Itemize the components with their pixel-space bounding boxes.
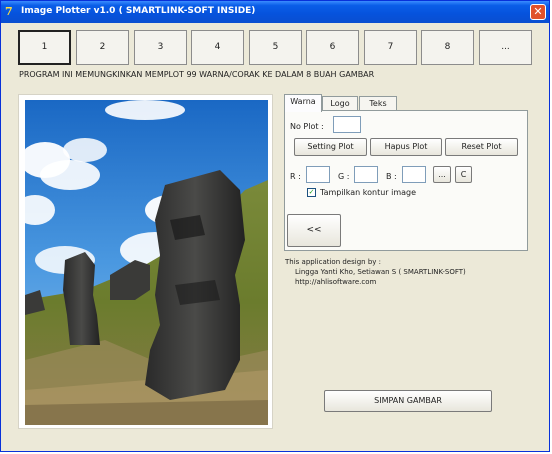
image-slot-button-8[interactable]: 8 bbox=[421, 30, 474, 65]
r-label: R : bbox=[290, 172, 301, 181]
hapus-plot-button[interactable]: Hapus Plot bbox=[370, 138, 442, 156]
g-input[interactable] bbox=[354, 166, 378, 183]
image-slot-button-1[interactable]: 1 bbox=[18, 30, 71, 65]
color-picker-button[interactable]: ... bbox=[433, 166, 451, 183]
image-slot-button-2[interactable]: 2 bbox=[76, 30, 129, 65]
b-label: B : bbox=[386, 172, 397, 181]
window-title: Image Plotter v1.0 ( SMARTLINK-SOFT INSI… bbox=[21, 6, 256, 16]
app-icon: 7 bbox=[5, 5, 13, 18]
b-input[interactable] bbox=[402, 166, 426, 183]
more-images-button[interactable]: ... bbox=[479, 30, 532, 65]
g-label: G : bbox=[338, 172, 350, 181]
app-window: 7 Image Plotter v1.0 ( SMARTLINK-SOFT IN… bbox=[0, 0, 550, 452]
info-text: PROGRAM INI MEMUNGKINKAN MEMPLOT 99 WARN… bbox=[19, 70, 375, 79]
title-bar[interactable]: 7 Image Plotter v1.0 ( SMARTLINK-SOFT IN… bbox=[1, 1, 549, 23]
image-slot-button-6[interactable]: 6 bbox=[306, 30, 359, 65]
kontur-checkbox-label: Tampilkan kontur image bbox=[320, 188, 417, 197]
tab-logo[interactable]: Logo bbox=[322, 96, 358, 111]
image-slot-button-4[interactable]: 4 bbox=[191, 30, 244, 65]
r-input[interactable] bbox=[306, 166, 330, 183]
clear-color-button[interactable]: C bbox=[455, 166, 472, 183]
warna-panel: No Plot : Setting Plot Hapus Plot Reset … bbox=[284, 110, 528, 251]
kontur-checkbox[interactable]: ✓ bbox=[307, 188, 316, 197]
tab-warna[interactable]: Warna bbox=[284, 94, 322, 112]
back-button[interactable]: << bbox=[287, 214, 341, 247]
image-slot-button-7[interactable]: 7 bbox=[364, 30, 417, 65]
no-plot-label: No Plot : bbox=[290, 122, 324, 131]
close-button[interactable]: ✕ bbox=[530, 4, 546, 20]
image-preview[interactable] bbox=[18, 94, 273, 429]
image-slot-button-3[interactable]: 3 bbox=[134, 30, 187, 65]
reset-plot-button[interactable]: Reset Plot bbox=[445, 138, 518, 156]
credit-link[interactable]: http://ahlisoftware.com bbox=[295, 278, 376, 286]
credit-line-1: This application design by : bbox=[285, 258, 381, 266]
image-slot-button-5[interactable]: 5 bbox=[249, 30, 302, 65]
setting-plot-button[interactable]: Setting Plot bbox=[294, 138, 367, 156]
moai-photo bbox=[25, 100, 268, 425]
no-plot-input[interactable] bbox=[333, 116, 361, 133]
save-image-button[interactable]: SIMPAN GAMBAR bbox=[324, 390, 492, 412]
tab-teks[interactable]: Teks bbox=[359, 96, 397, 111]
credit-line-2: Lingga Yanti Kho, Setiawan S ( SMARTLINK… bbox=[295, 268, 466, 276]
